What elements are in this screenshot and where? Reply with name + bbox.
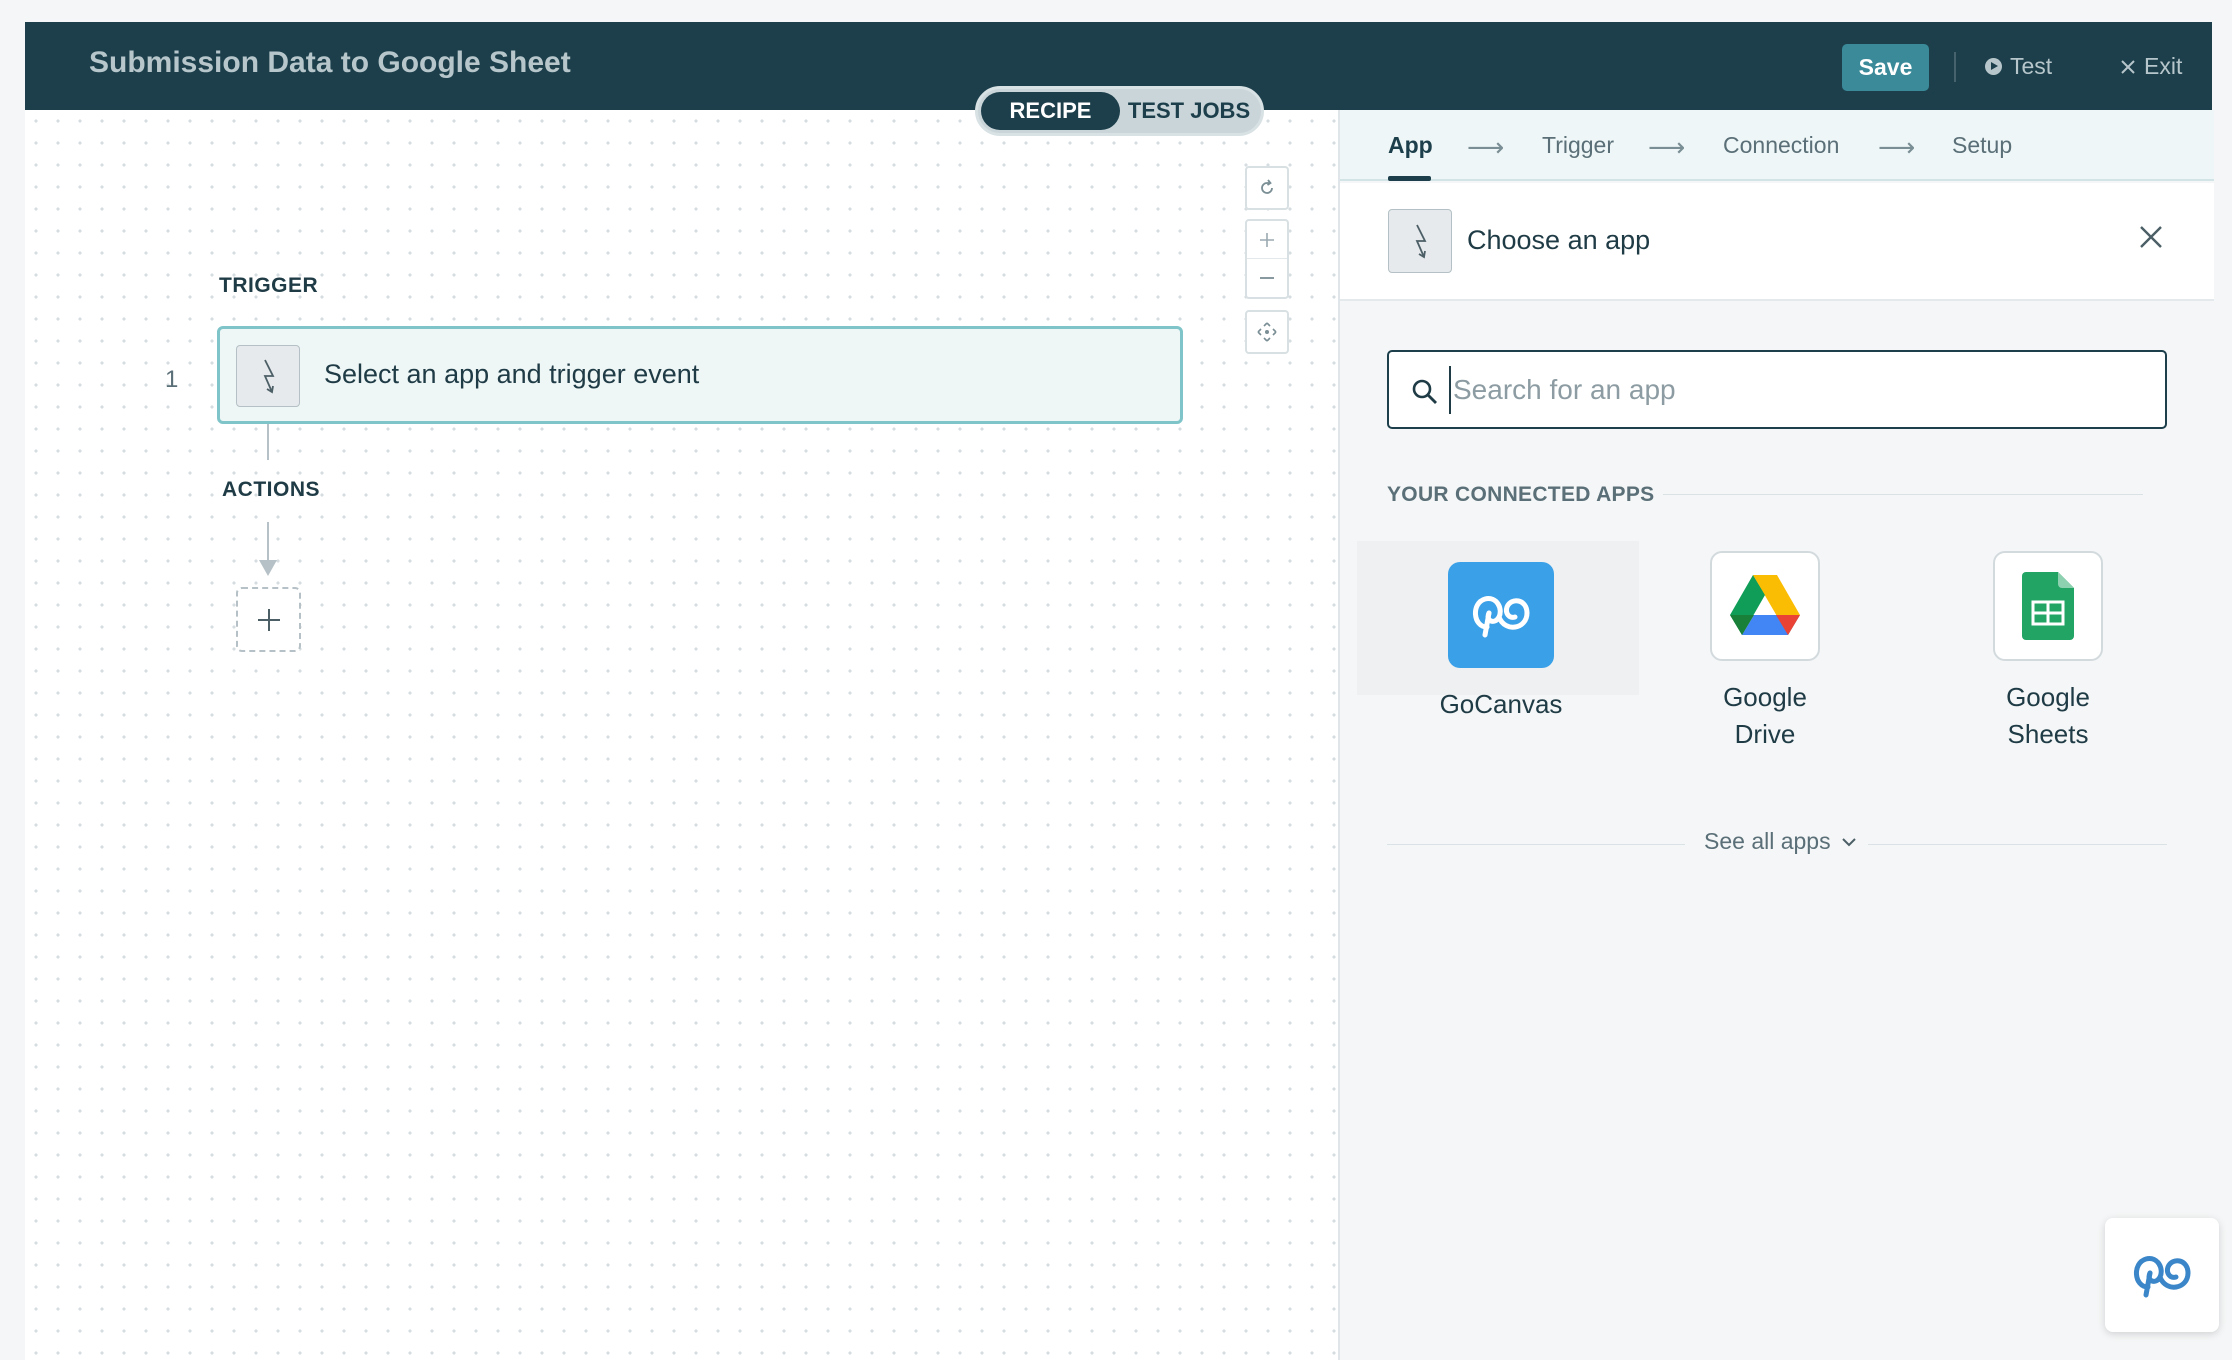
gocanvas-logo-icon (2134, 1256, 2191, 1298)
zoom-in-button[interactable] (1247, 221, 1287, 259)
google-drive-logo-icon (1710, 551, 1820, 661)
refresh-icon (1261, 179, 1273, 194)
step-number: 1 (165, 366, 179, 393)
app-name-line2: Sheets (2007, 719, 2089, 749)
trigger-step[interactable]: Select an app and trigger event (217, 326, 1183, 424)
app-search-input[interactable] (1449, 366, 2149, 414)
lightning-icon (263, 359, 275, 394)
wizard-arrow: ⟶ (1648, 132, 1686, 162)
fit-view-button[interactable] (1245, 310, 1289, 354)
see-all-label: See all apps (1704, 828, 1831, 854)
app-name-line1: Google (1723, 682, 1807, 712)
tab-test-jobs[interactable]: TEST JOBS (1120, 92, 1258, 130)
add-action-button[interactable] (236, 587, 301, 652)
plus-icon (1260, 232, 1274, 247)
zoom-out-button[interactable] (1247, 259, 1287, 297)
tab-recipe[interactable]: RECIPE (981, 92, 1120, 130)
wizard-step-app[interactable]: App (1388, 132, 1433, 159)
wizard-step-connection[interactable]: Connection (1723, 132, 1839, 159)
app-name: Google Sheets (1948, 679, 2148, 753)
reset-zoom-button[interactable] (1245, 166, 1289, 210)
test-label: Test (2010, 53, 2053, 79)
wizard-arrow: ⟶ (1467, 132, 1505, 162)
gocanvas-launcher-button[interactable] (2105, 1218, 2219, 1332)
step-connector (267, 522, 269, 562)
app-search-box (1387, 350, 2167, 429)
actions-heading: ACTIONS (222, 478, 320, 501)
wizard-step-trigger[interactable]: Trigger (1542, 132, 1614, 159)
setup-wizard: App ⟶ Trigger ⟶ Connection ⟶ Setup (1340, 110, 2214, 181)
mode-toggle: RECIPE TEST JOBS (975, 86, 1264, 136)
app-card-google-drive[interactable]: Google Drive (1665, 551, 1865, 753)
trigger-step-icon-box (236, 345, 300, 407)
trigger-step-label: Select an app and trigger event (324, 359, 700, 389)
app-name: Google Drive (1665, 679, 1865, 753)
app-name-line2: Drive (1734, 719, 1796, 749)
see-all-divider-right (1868, 844, 2167, 845)
wizard-active-indicator (1388, 176, 1431, 181)
close-icon[interactable] (2137, 223, 2165, 251)
connected-apps-heading: YOUR CONNECTED APPS (1387, 483, 1655, 506)
zoom-control-group (1245, 219, 1289, 299)
save-button[interactable]: Save (1842, 44, 1929, 91)
app-card-google-sheets[interactable]: Google Sheets (1948, 551, 2148, 753)
choose-app-icon-box (1388, 209, 1452, 273)
see-all-divider-left (1387, 844, 1685, 845)
app-card-gocanvas[interactable]: GoCanvas (1401, 562, 1601, 723)
see-all-apps-button[interactable]: See all apps (1704, 828, 1857, 855)
minus-icon (1260, 277, 1274, 279)
test-button[interactable]: Test (1985, 53, 2052, 80)
wizard-arrow: ⟶ (1878, 132, 1916, 162)
google-sheets-logo-icon (1993, 551, 2103, 661)
app-name: GoCanvas (1439, 689, 1563, 719)
connector-arrow (259, 560, 277, 576)
exit-label: Exit (2144, 53, 2183, 79)
exit-button[interactable]: Exit (2120, 53, 2182, 80)
recipe-title[interactable]: Submission Data to Google Sheet (89, 46, 571, 80)
step-connector (267, 424, 269, 460)
lightning-icon (1415, 224, 1427, 259)
move-icon (1257, 322, 1277, 342)
choose-app-header: Choose an app (1340, 183, 2214, 301)
chevron-down-icon (1841, 837, 1856, 846)
header-divider (1954, 52, 1956, 82)
search-icon (1412, 379, 1437, 404)
gocanvas-logo-icon (1448, 562, 1554, 668)
trigger-heading: TRIGGER (219, 274, 319, 297)
play-icon (1985, 58, 2002, 75)
close-icon (2121, 59, 2135, 74)
plus-icon (257, 608, 280, 631)
choose-app-title: Choose an app (1467, 225, 1651, 255)
app-picker-panel: App ⟶ Trigger ⟶ Connection ⟶ Setup Choos… (1338, 110, 2214, 1360)
wizard-step-setup[interactable]: Setup (1952, 132, 2012, 159)
section-divider (1663, 494, 2143, 495)
app-name-line1: Google (2006, 682, 2090, 712)
